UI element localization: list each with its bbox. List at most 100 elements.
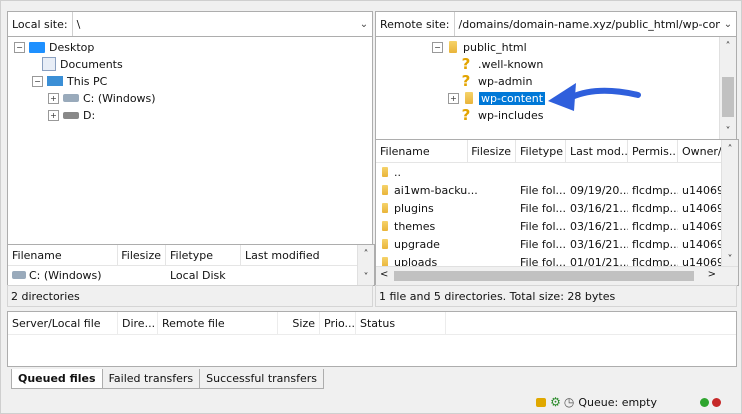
table-row[interactable]: plugins File fol... 03/16/21... flcdmp... u1…	[376, 199, 738, 217]
col-size[interactable]: Size	[278, 312, 320, 334]
cell-owner: u14069...	[682, 237, 722, 251]
cell-name: ..	[376, 163, 516, 181]
chevron-down-icon[interactable]: ˅	[722, 254, 738, 265]
col-owner[interactable]: Owner/...	[678, 140, 722, 162]
chevron-right-icon[interactable]: >	[708, 269, 716, 280]
remote-rows: .. ai1wm-backu... File fol... 09/19/20... fl…	[376, 163, 738, 271]
local-pane: Local site: \ ⌄ − Desktop Documents − Th…	[7, 11, 375, 307]
cell-text: ai1wm-backu...	[394, 183, 478, 197]
cell-text: C: (Windows)	[29, 268, 102, 282]
col-priority[interactable]: Prio...	[320, 312, 356, 334]
expand-icon[interactable]: +	[448, 92, 459, 104]
arrow-pointer-icon	[548, 83, 641, 111]
col-filesize[interactable]: Filesize	[468, 140, 516, 162]
tree-item-label: Desktop	[49, 40, 95, 54]
local-list-scrollbar[interactable]: ˄ ˅	[357, 245, 374, 285]
cell-perm: flcdmp...	[632, 201, 678, 215]
remote-pane: Remote site: /domains/domain-name.xyz/pu…	[375, 11, 739, 307]
tree-item-label: .well-known	[478, 57, 544, 71]
expand-icon[interactable]: +	[48, 109, 59, 121]
tree-item-wp-includes[interactable]: ? wp-includes	[460, 107, 544, 123]
tree-item-label: D:	[83, 108, 96, 122]
chevron-up-icon[interactable]: ˄	[358, 249, 374, 260]
table-row[interactable]: ai1wm-backu... File fol... 09/19/20... flcd…	[376, 181, 738, 199]
cell-type: File fol...	[520, 219, 566, 233]
scroll-thumb[interactable]	[722, 77, 734, 117]
cell-filetype: Local Disk	[170, 268, 226, 282]
collapse-icon[interactable]: −	[432, 41, 443, 53]
col-filename[interactable]: Filename	[376, 140, 468, 162]
remote-list-hscrollbar[interactable]: < >	[376, 266, 738, 285]
cell-name: ai1wm-backu...	[376, 181, 516, 199]
remote-file-list: Filename Filesize Filetype Last mod... P…	[375, 139, 739, 286]
cell-owner: u14069...	[682, 201, 722, 215]
chevron-left-icon[interactable]: <	[380, 269, 388, 280]
chevron-down-icon[interactable]: ⌄	[720, 19, 736, 30]
tab-queued-files[interactable]: Queued files	[11, 369, 103, 389]
gear-icon: ⚙	[550, 395, 561, 409]
chevron-down-icon[interactable]: ⌄	[356, 19, 372, 30]
tree-item-wp-admin[interactable]: ? wp-admin	[460, 73, 533, 89]
local-site-input[interactable]: \	[73, 12, 356, 36]
col-permissions[interactable]: Permis...	[628, 140, 678, 162]
col-remote-file[interactable]: Remote file	[158, 312, 278, 334]
folder-icon	[465, 92, 473, 104]
remote-site-label: Remote site:	[376, 12, 455, 36]
tree-item-d-drive[interactable]: + D:	[48, 107, 95, 123]
chevron-up-icon[interactable]: ˄	[720, 41, 736, 52]
col-last-modified[interactable]: Last mod...	[566, 140, 628, 162]
col-last-modified[interactable]: Last modified	[241, 245, 357, 265]
chevron-down-icon[interactable]: ˅	[720, 126, 736, 137]
cell-type: File fol...	[520, 183, 566, 197]
col-filesize[interactable]: Filesize	[118, 245, 166, 265]
collapse-icon[interactable]: −	[14, 41, 25, 53]
cell-owner: u14069...	[682, 219, 722, 233]
folder-icon	[382, 185, 388, 195]
col-filetype[interactable]: Filetype	[516, 140, 566, 162]
tree-item-documents[interactable]: Documents	[42, 56, 123, 72]
remote-status: 1 file and 5 directories. Total size: 28…	[375, 285, 737, 307]
tree-item-c-drive[interactable]: + C: (Windows)	[48, 90, 156, 106]
table-row[interactable]: themes File fol... 03/16/21... flcdmp... u14…	[376, 217, 738, 235]
cell-perm: flcdmp...	[632, 219, 678, 233]
table-row[interactable]: ..	[376, 163, 738, 181]
tree-item-label: Documents	[60, 57, 123, 71]
table-row[interactable]: upgrade File fol... 03/16/21... flcdmp... u1…	[376, 235, 738, 253]
col-filetype[interactable]: Filetype	[166, 245, 241, 265]
scroll-thumb[interactable]	[394, 271, 694, 281]
remote-site-input[interactable]: /domains/domain-name.xyz/public_html/wp-…	[455, 12, 720, 36]
col-filename[interactable]: Filename	[8, 245, 118, 265]
remote-tree-scrollbar[interactable]: ˄ ˅	[719, 37, 736, 139]
computer-icon	[47, 76, 63, 86]
local-site-bar: Local site: \ ⌄	[7, 11, 373, 37]
tree-item-well-known[interactable]: ? .well-known	[460, 56, 544, 72]
local-file-list: Filename Filesize Filetype Last modified…	[7, 244, 375, 286]
local-status: 2 directories	[7, 285, 373, 307]
cell-type: File fol...	[520, 201, 566, 215]
tab-failed-transfers[interactable]: Failed transfers	[101, 369, 201, 389]
collapse-icon[interactable]: −	[32, 75, 43, 87]
remote-list-scrollbar[interactable]: ˄ ˅	[721, 140, 738, 267]
tab-successful-transfers[interactable]: Successful transfers	[199, 369, 325, 389]
tree-item-desktop[interactable]: − Desktop	[14, 39, 94, 55]
tree-item-wp-content[interactable]: + wp-content	[448, 90, 547, 106]
tree-item-public-html[interactable]: − public_html	[432, 39, 527, 55]
cell-filename: C: (Windows)	[8, 266, 166, 284]
drive-icon	[63, 94, 79, 102]
col-direction[interactable]: Dire...	[118, 312, 158, 334]
drive-icon	[12, 271, 26, 279]
table-row[interactable]: C: (Windows) Local Disk	[8, 266, 374, 284]
tree-item-label-selected: wp-content	[477, 90, 547, 106]
chevron-up-icon[interactable]: ˄	[722, 144, 738, 155]
tree-item-label: public_html	[463, 40, 527, 54]
tree-item-label: This PC	[67, 74, 108, 88]
tree-item-this-pc[interactable]: − This PC	[32, 73, 107, 89]
lock-icon	[536, 397, 547, 407]
expand-icon[interactable]: +	[48, 92, 59, 104]
filezilla-window: Local site: \ ⌄ − Desktop Documents − Th…	[0, 0, 742, 414]
remote-tree: − public_html ? .well-known ? wp-admin +…	[375, 37, 737, 140]
col-server-local-file[interactable]: Server/Local file	[8, 312, 118, 334]
chevron-down-icon[interactable]: ˅	[358, 272, 374, 283]
col-status[interactable]: Status	[356, 312, 446, 334]
cell-modified	[566, 163, 628, 181]
